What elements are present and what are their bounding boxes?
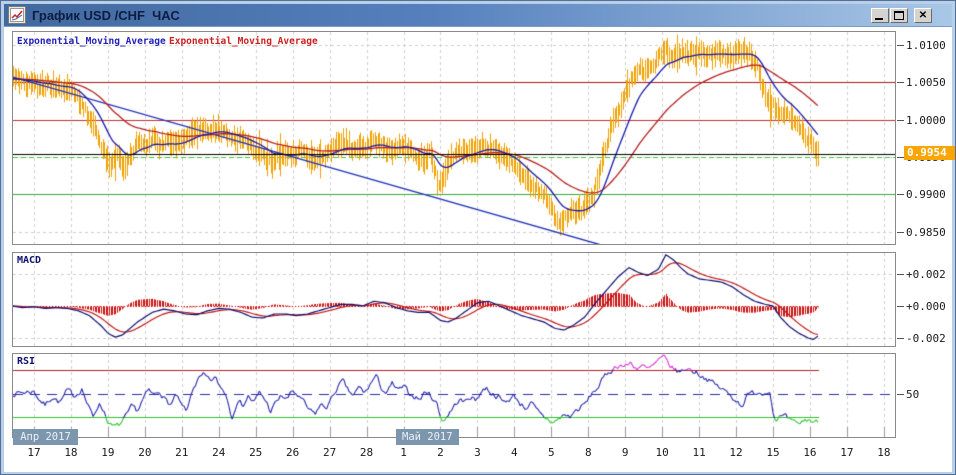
close-button[interactable]: ✕ [914,8,932,23]
minimize-icon [875,18,883,20]
time-tick-label: 11 [685,446,713,459]
minimize-button[interactable] [871,8,889,23]
rsi-chart-canvas[interactable] [13,354,895,437]
time-tick-label: 9 [611,446,639,459]
price-tick-label: 1.0050 [906,76,946,89]
axis-tick [897,120,904,121]
close-icon: ✕ [919,10,927,21]
axis-tick [897,394,904,395]
axis-tick [897,45,904,46]
chart-window: График USD /CHF ЧАС ✕ Exponential_Moving… [0,0,956,475]
time-tick-label: 21 [168,446,196,459]
price-tick-label: 0.9900 [906,188,946,201]
maximize-icon [894,11,904,20]
window-title: График USD /CHF ЧАС [32,8,180,23]
time-tick-label: 12 [722,446,750,459]
time-tick-label: 16 [796,446,824,459]
price-chart-canvas[interactable] [13,32,895,244]
axis-tick [897,274,904,275]
time-tick-label: 27 [316,446,344,459]
rsi-tick-label: 50 [906,388,919,401]
time-tick-label: 5 [537,446,565,459]
axis-tick [897,157,904,158]
time-tick-label: 20 [131,446,159,459]
ema-fast-label: Exponential_Moving_Average [17,36,166,47]
time-tick-label: 18 [57,446,85,459]
rsi-panel: RSI [12,353,896,438]
macd-panel: MACD [12,252,896,347]
time-tick-label: 28 [353,446,381,459]
chart-client-area: Exponential_Moving_Average Exponential_M… [4,27,952,472]
price-tick-label: 1.0000 [906,114,946,127]
macd-tick-label: +0.002 [906,268,946,281]
month-badge: Май 2017 [396,429,459,445]
axis-tick [897,306,904,307]
ema-slow-label: Exponential_Moving_Average [169,36,318,47]
price-panel: Exponential_Moving_Average Exponential_M… [12,31,896,245]
time-tick-label: 15 [759,446,787,459]
time-tick-label: 17 [833,446,861,459]
macd-chart-canvas[interactable] [13,253,895,346]
time-tick-label: 25 [242,446,270,459]
time-tick-label: 17 [20,446,48,459]
axis-tick [897,194,904,195]
time-tick-label: 19 [94,446,122,459]
time-tick-label: 26 [279,446,307,459]
price-tick-label: 0.9850 [906,226,946,239]
titlebar[interactable]: График USD /CHF ЧАС ✕ [4,4,952,27]
time-tick-label: 3 [463,446,491,459]
price-tick-label: 1.0100 [906,39,946,52]
time-tick-label: 2 [426,446,454,459]
time-tick-label: 18 [870,446,898,459]
current-price-badge: 0.9954 [904,146,955,160]
time-tick-label: 8 [574,446,602,459]
axis-tick [897,82,904,83]
maximize-button[interactable] [890,8,908,23]
time-tick-label: 1 [390,446,418,459]
macd-label: MACD [17,255,41,266]
axis-tick [897,338,904,339]
rsi-label: RSI [17,356,35,367]
axis-tick [897,232,904,233]
macd-tick-label: +0.000 [906,300,946,313]
macd-tick-label: -0.002 [906,332,946,345]
window-controls: ✕ [870,8,932,23]
time-tick-label: 24 [205,446,233,459]
time-tick-label: 10 [648,446,676,459]
month-badge: Апр 2017 [13,429,78,445]
chart-icon [8,6,26,24]
time-tick-label: 4 [500,446,528,459]
